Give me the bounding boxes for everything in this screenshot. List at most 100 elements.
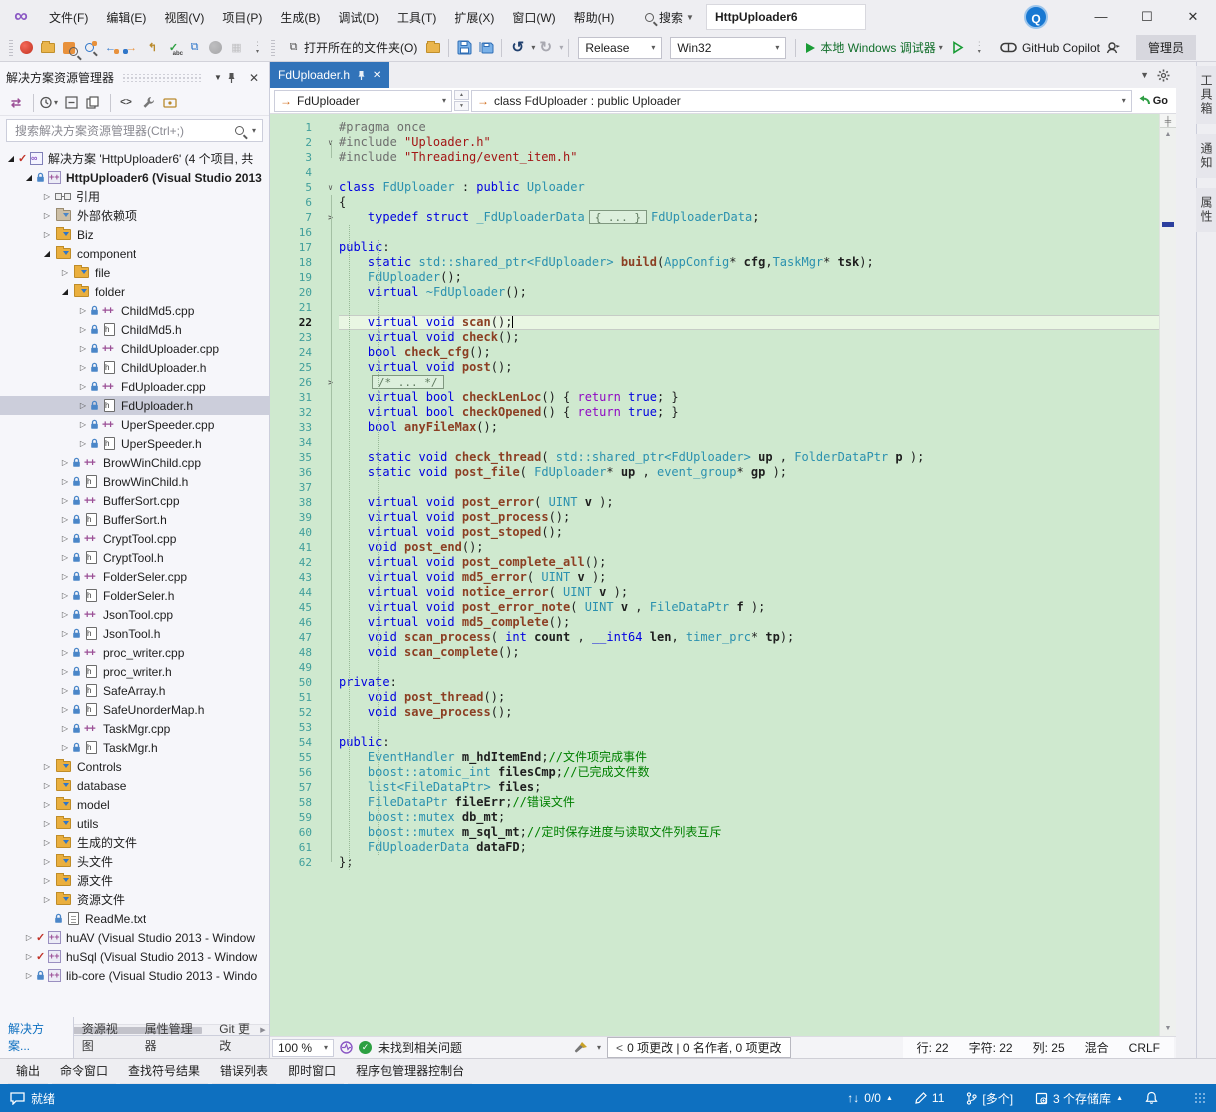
expanded-arrow-icon[interactable]: ◢: [58, 287, 72, 296]
open-folder-icon[interactable]: [423, 38, 442, 57]
tree-item[interactable]: ▷hBrowWinChild.h: [0, 472, 269, 491]
tree-item[interactable]: ◢++HttpUploader6 (Visual Studio 2013: [0, 168, 269, 187]
close-icon[interactable]: ✕: [373, 70, 381, 81]
collapsed-arrow-icon[interactable]: ▷: [58, 458, 72, 467]
code-line-25[interactable]: 25 virtual void post();: [270, 360, 1159, 375]
code-line-61[interactable]: 61 FdUploaderData dataFD;: [270, 840, 1159, 855]
tree-item[interactable]: ▷hUperSpeeder.h: [0, 434, 269, 453]
cleanup-dropdown-icon[interactable]: ▾: [597, 1043, 601, 1052]
tree-item[interactable]: ▷hCryptTool.h: [0, 548, 269, 567]
code-line-33[interactable]: 33 bool anyFileMax();: [270, 420, 1159, 435]
collapse-arrow-icon[interactable]: ∨: [322, 180, 339, 195]
code-line-58[interactable]: 58 FileDataPtr fileErr;//错误文件: [270, 795, 1159, 810]
tree-item[interactable]: ▷++ChildMd5.cpp: [0, 301, 269, 320]
collapsed-arrow-icon[interactable]: ▷: [58, 629, 72, 638]
tree-item[interactable]: ▷++TaskMgr.cpp: [0, 719, 269, 738]
bottom-tab-1[interactable]: 命令窗口: [52, 1058, 116, 1086]
code-line-3[interactable]: 3#include "Threading/event_item.h": [270, 150, 1159, 165]
pending-edits[interactable]: 11: [915, 1091, 944, 1105]
tree-item[interactable]: ▷hFdUploader.h: [0, 396, 269, 415]
codelens-changes[interactable]: < 0 项更改 | 0 名作者, 0 项更改: [607, 1037, 791, 1058]
menu-item-6[interactable]: 工具(T): [388, 5, 445, 30]
collapsed-arrow-icon[interactable]: ▷: [76, 325, 90, 334]
code-line-54[interactable]: 54public:: [270, 735, 1159, 750]
tree-item[interactable]: ▷++JsonTool.cpp: [0, 605, 269, 624]
tree-item[interactable]: ▷utils: [0, 814, 269, 833]
code-line-59[interactable]: 59 boost::mutex db_mt;: [270, 810, 1159, 825]
menu-item-1[interactable]: 编辑(E): [97, 5, 155, 30]
tree-item[interactable]: ▷++FdUploader.cpp: [0, 377, 269, 396]
tree-item[interactable]: ▷hSafeArray.h: [0, 681, 269, 700]
find-in-files-icon[interactable]: [59, 38, 78, 57]
collapsed-arrow-icon[interactable]: ▷: [58, 477, 72, 486]
open-project-icon[interactable]: [38, 38, 57, 57]
switch-views-icon[interactable]: ⇄: [6, 93, 26, 113]
collapsed-arrow-icon[interactable]: ▷: [40, 876, 54, 885]
code-line-62[interactable]: 62};: [270, 855, 1159, 870]
code-line-18[interactable]: 18 static std::shared_ptr<FdUploader> bu…: [270, 255, 1159, 270]
tree-item[interactable]: ▷model: [0, 795, 269, 814]
collapsed-arrow-icon[interactable]: ▷: [58, 496, 72, 505]
code-line-21[interactable]: 21: [270, 300, 1159, 315]
expanded-arrow-icon[interactable]: ◢: [22, 173, 36, 182]
spell-check-icon[interactable]: ✓abc: [164, 38, 183, 57]
code-line-7[interactable]: 7> typedef struct _FdUploaderData{ ... }…: [270, 210, 1159, 225]
tree-item[interactable]: ▷++FolderSeler.cpp: [0, 567, 269, 586]
code-line-23[interactable]: 23 virtual void check();: [270, 330, 1159, 345]
code-line-60[interactable]: 60 boost::mutex m_sql_mt;//定时保存进度与读取文件列表…: [270, 825, 1159, 840]
scroll-up-icon[interactable]: ▲: [1160, 128, 1176, 142]
tree-item[interactable]: ▷hproc_writer.h: [0, 662, 269, 681]
tree-item[interactable]: ▷hSafeUnorderMap.h: [0, 700, 269, 719]
tree-item[interactable]: ▷生成的文件: [0, 833, 269, 852]
save-all-icon[interactable]: [476, 38, 495, 57]
tree-item[interactable]: ▷外部依赖项: [0, 206, 269, 225]
collapsed-arrow-icon[interactable]: ▷: [40, 211, 54, 220]
tree-item[interactable]: ▷++UperSpeeder.cpp: [0, 415, 269, 434]
column-indicator[interactable]: 列: 25: [1033, 1039, 1065, 1056]
collapsed-arrow-icon[interactable]: ▷: [58, 268, 72, 277]
panel-drag-area[interactable]: [122, 74, 201, 82]
extension-icon[interactable]: [17, 38, 36, 57]
code-line-57[interactable]: 57 list<FileDataPtr> files;: [270, 780, 1159, 795]
code-line-1[interactable]: 1#pragma once: [270, 120, 1159, 135]
close-button[interactable]: ✕: [1170, 0, 1216, 33]
health-indicator-icon[interactable]: [340, 1041, 353, 1054]
collapsed-arrow-icon[interactable]: ▷: [76, 344, 90, 353]
side-tab-2[interactable]: 属性: [1196, 188, 1216, 232]
expanded-arrow-icon[interactable]: ◢: [4, 154, 18, 163]
toolbar-grip[interactable]: [9, 40, 13, 56]
code-line-46[interactable]: 46 virtual void md5_complete();: [270, 615, 1159, 630]
collapsed-arrow-icon[interactable]: ▷: [40, 800, 54, 809]
undo-icon[interactable]: ↺: [508, 38, 527, 57]
collapsed-arrow-icon[interactable]: ▷: [40, 895, 54, 904]
code-line-24[interactable]: 24 bool check_cfg();: [270, 345, 1159, 360]
title-search-group[interactable]: 搜索 ▼ HttpUploader6: [645, 4, 866, 30]
bottom-tab-2[interactable]: 查找符号结果: [120, 1058, 208, 1086]
document-list-dropdown-icon[interactable]: ▼: [1140, 70, 1149, 80]
zoom-select[interactable]: 100 %▾: [272, 1039, 334, 1057]
tree-item[interactable]: ▷hBufferSort.h: [0, 510, 269, 529]
tree-item[interactable]: ▷hChildMd5.h: [0, 320, 269, 339]
code-line-2[interactable]: 2∨#include "Uploader.h": [270, 135, 1159, 150]
tree-item[interactable]: ◢folder: [0, 282, 269, 301]
code-line-37[interactable]: 37: [270, 480, 1159, 495]
splitter-handle[interactable]: ╪: [1160, 114, 1176, 128]
undo-dropdown-icon[interactable]: ▾: [531, 43, 535, 52]
bottom-tab-3[interactable]: 错误列表: [212, 1058, 276, 1086]
go-button[interactable]: Go: [1134, 95, 1172, 107]
collapsed-arrow-icon[interactable]: ▷: [40, 192, 54, 201]
tree-item[interactable]: ▷++lib-core (Visual Studio 2013 - Windo: [0, 966, 269, 985]
collapsed-arrow-icon[interactable]: ▷: [76, 439, 90, 448]
code-line-40[interactable]: 40 virtual void post_stoped();: [270, 525, 1159, 540]
panel-tab-1[interactable]: 资源视图: [74, 1017, 137, 1058]
code-line-35[interactable]: 35 static void check_thread( std::shared…: [270, 450, 1159, 465]
collapsed-arrow-icon[interactable]: ▷: [40, 838, 54, 847]
open-containing-folder-button[interactable]: ⧉ 打开所在的文件夹(O): [278, 36, 422, 60]
code-line-19[interactable]: 19 FdUploader();: [270, 270, 1159, 285]
tree-item[interactable]: ▷资源文件: [0, 890, 269, 909]
save-icon[interactable]: [455, 38, 474, 57]
pin-icon[interactable]: [357, 70, 366, 81]
expanded-arrow-icon[interactable]: ◢: [40, 249, 54, 258]
code-line-22[interactable]: 22 virtual void scan();: [270, 315, 1159, 330]
code-line-56[interactable]: 56 boost::atomic_int filesCmp;//已完成文件数: [270, 765, 1159, 780]
